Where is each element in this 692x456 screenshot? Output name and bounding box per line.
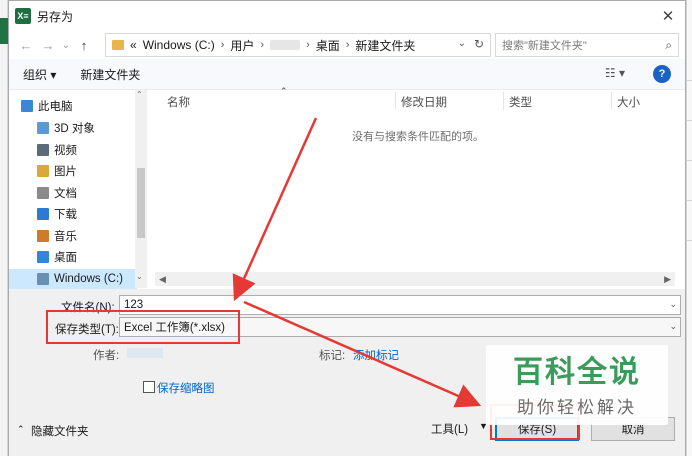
watermark-title: 百科全说 [513,356,641,389]
watermark-logo: 百科全说 助你轻松解决 [486,345,668,425]
watermark-subtitle: 助你轻松解决 [517,398,637,417]
arrow-to-filetype [232,117,318,302]
arrow-to-save [243,300,482,408]
